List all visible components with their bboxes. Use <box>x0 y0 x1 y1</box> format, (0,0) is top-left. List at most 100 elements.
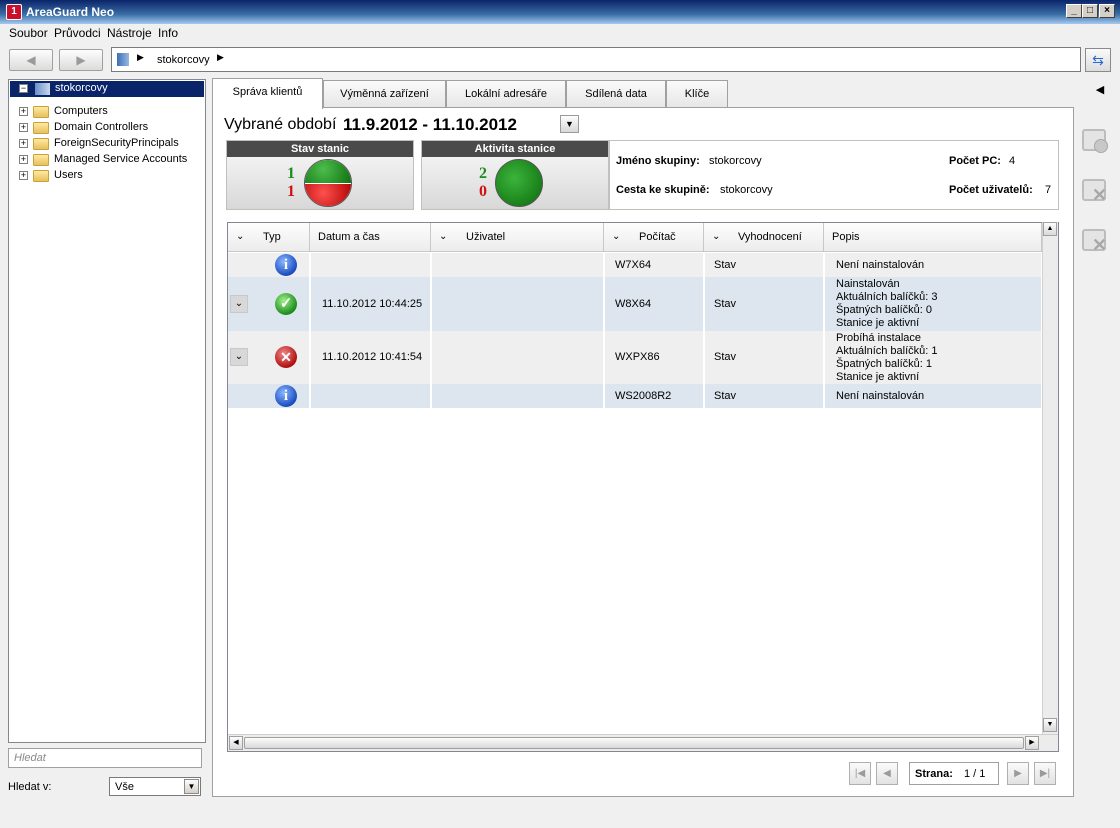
period-label: Vybrané období <box>224 116 337 133</box>
address-bar[interactable]: ▶ stokorcovy ▶ <box>111 47 1081 72</box>
popis-line: Probíhá instalace <box>836 332 921 344</box>
group-name-value: stokorcovy <box>709 155 762 167</box>
info-icon: i <box>275 385 297 407</box>
activity-active-count: 2 <box>479 165 487 182</box>
column-divider <box>430 253 432 408</box>
period-dropdown-button[interactable]: ▼ <box>560 115 579 133</box>
col-header-label: Datum a čas <box>318 231 380 243</box>
period-value: 11.9.2012 - 11.10.2012 <box>343 115 517 134</box>
column-divider <box>703 253 705 408</box>
user-count-value: 7 <box>1045 184 1052 196</box>
tab-lokalni-adresare[interactable]: Lokální adresáře <box>446 80 566 108</box>
expand-icon[interactable]: + <box>19 123 28 132</box>
title-bar: 1 AreaGuard Neo _ □ × <box>0 0 1120 24</box>
cell-vyhodnoceni: Stav <box>714 390 737 402</box>
pc-count-value: 4 <box>1009 155 1016 167</box>
table-row[interactable]: i W7X64 Stav Není nainstalován <box>228 253 1041 277</box>
breadcrumb-arrow-icon[interactable]: ▶ <box>217 52 224 63</box>
breadcrumb-arrow-icon: ▶ <box>137 52 144 62</box>
col-header-label: Typ <box>263 231 281 243</box>
chevron-down-icon[interactable]: ⌄ <box>439 223 447 251</box>
refresh-button[interactable]: ⇆ <box>1085 48 1111 72</box>
collapse-panel-button[interactable]: ◀ <box>1089 80 1111 100</box>
popis-line: Nainstalován <box>836 278 900 290</box>
col-header-popis[interactable]: Popis <box>824 223 1042 252</box>
next-page-button[interactable]: ▶ <box>1007 762 1029 785</box>
popis-line: Stanice je aktivní <box>836 371 920 383</box>
tree-root-stokorcovy[interactable]: − stokorcovy <box>10 81 204 97</box>
expand-icon[interactable]: + <box>19 107 28 116</box>
chevron-down-icon[interactable]: ⌄ <box>712 223 720 251</box>
table-row[interactable]: ⌄ ✓ 11.10.2012 10:44:25 W8X64 Stav Nains… <box>228 277 1041 331</box>
chevron-down-icon[interactable]: ⌄ <box>236 223 244 251</box>
popis-line: Stanice je aktivní <box>836 317 920 329</box>
scroll-left-button[interactable]: ◀ <box>229 736 243 750</box>
row-expand-button[interactable]: ⌄ <box>230 295 248 313</box>
tree-root-label: stokorcovy <box>55 82 108 94</box>
app-logo-icon: 1 <box>6 4 22 20</box>
domain-icon <box>117 53 129 66</box>
close-button[interactable]: × <box>1099 4 1115 18</box>
tab-sprava-klientu[interactable]: Správa klientů <box>212 78 323 109</box>
info-icon: i <box>275 254 297 276</box>
minimize-button[interactable]: _ <box>1066 4 1082 18</box>
row-expand-button[interactable]: ⌄ <box>230 348 248 366</box>
maximize-button[interactable]: □ <box>1082 4 1098 18</box>
expand-icon[interactable]: + <box>19 155 28 164</box>
expand-icon[interactable]: + <box>19 139 28 148</box>
back-button[interactable]: ◀ <box>9 49 53 71</box>
menu-soubor[interactable]: Soubor <box>9 26 48 40</box>
tab-sdilena-data[interactable]: Sdílená data <box>566 80 666 108</box>
search-in-label: Hledat v: <box>8 781 52 793</box>
scroll-down-button[interactable]: ▼ <box>1043 718 1057 732</box>
check-icon: ✓ <box>275 293 297 315</box>
page-value: 1 / 1 <box>964 768 986 780</box>
tab-vymenna-zarizeni[interactable]: Výměnná zařízení <box>323 80 446 108</box>
scroll-right-button[interactable]: ▶ <box>1025 736 1039 750</box>
search-input[interactable]: Hledat <box>8 748 202 768</box>
tree-item-label: Managed Service Accounts <box>54 153 188 165</box>
dropdown-arrow-icon[interactable]: ▼ <box>184 779 199 794</box>
status-pie-icon <box>304 159 352 207</box>
delete-client-icon[interactable]: ✕ <box>1080 225 1110 255</box>
first-page-button[interactable]: |◀ <box>849 762 871 785</box>
menu-pruvodci[interactable]: Průvodci <box>54 26 101 40</box>
expand-icon[interactable]: + <box>19 171 28 180</box>
tree-item-label: Users <box>54 169 83 181</box>
search-in-select[interactable]: Vše ▼ <box>109 777 201 796</box>
cell-popis: Probíhá instalace Aktuálních balíčků: 1 … <box>836 331 1036 384</box>
station-activity-title: Aktivita stanice <box>422 141 608 157</box>
folder-icon <box>33 122 49 134</box>
remove-client-icon[interactable]: ✕ <box>1080 175 1110 205</box>
vertical-scrollbar[interactable]: ▲ ▼ <box>1042 222 1058 734</box>
menu-nastroje[interactable]: Nástroje <box>107 26 152 40</box>
clients-grid: ⌄ Typ Datum a čas ⌄ Uživatel ⌄ Počítač ⌄… <box>227 222 1059 752</box>
cell-vyhodnoceni: Stav <box>714 298 737 310</box>
domain-tree: − stokorcovy + Computers + Domain Contro… <box>8 79 206 743</box>
forward-button[interactable]: ▶ <box>59 49 103 71</box>
scroll-thumb[interactable] <box>244 737 1024 749</box>
page-indicator: Strana: 1 / 1 <box>909 762 999 785</box>
col-header-typ[interactable]: ⌄ Typ <box>228 223 310 252</box>
collapse-icon[interactable]: − <box>19 84 28 93</box>
scroll-up-button[interactable]: ▲ <box>1043 222 1057 236</box>
table-row[interactable]: i WS2008R2 Stav Není nainstalován <box>228 384 1041 408</box>
menu-info[interactable]: Info <box>158 26 178 40</box>
install-client-icon[interactable] <box>1080 125 1110 155</box>
last-page-button[interactable]: ▶| <box>1034 762 1056 785</box>
col-header-vyhodnoceni[interactable]: ⌄ Vyhodnocení <box>704 223 824 252</box>
table-row[interactable]: ⌄ ✕ 11.10.2012 10:41:54 WXPX86 Stav Prob… <box>228 331 1041 384</box>
tab-klice[interactable]: Klíče <box>666 80 728 108</box>
col-header-uzivatel[interactable]: ⌄ Uživatel <box>431 223 604 252</box>
prev-page-button[interactable]: ◀ <box>876 762 898 785</box>
chevron-down-icon[interactable]: ⌄ <box>612 223 620 251</box>
breadcrumb-item[interactable]: stokorcovy <box>157 54 210 66</box>
cell-datum: 11.10.2012 10:44:25 <box>322 298 423 310</box>
folder-icon <box>33 170 49 182</box>
tree-item-label: ForeignSecurityPrincipals <box>54 137 179 149</box>
col-header-pocitac[interactable]: ⌄ Počítač <box>604 223 704 252</box>
col-header-datum[interactable]: Datum a čas <box>310 223 431 252</box>
horizontal-scrollbar[interactable]: ◀ ▶ <box>228 734 1058 751</box>
group-info-panel: Jméno skupiny: stokorcovy Cesta ke skupi… <box>609 140 1059 210</box>
column-divider <box>309 253 311 408</box>
